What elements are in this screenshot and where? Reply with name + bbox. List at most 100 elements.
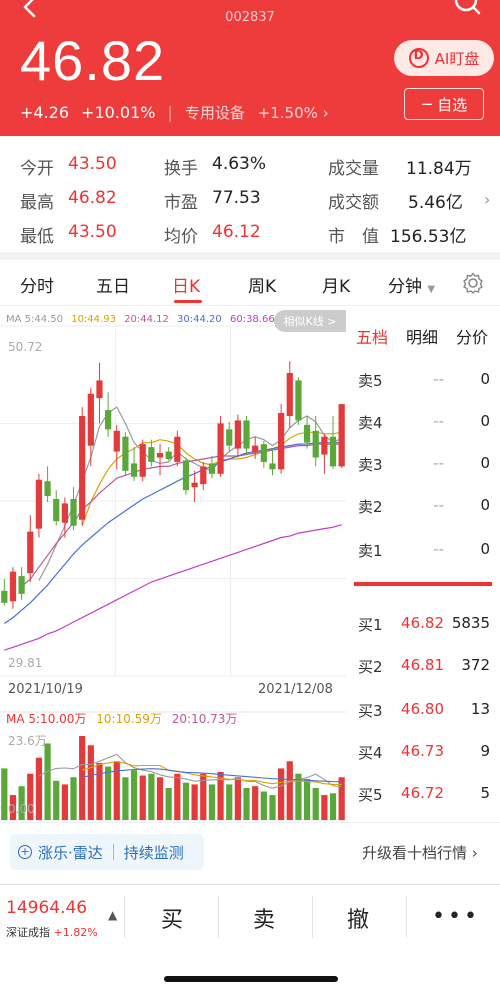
stat-label: 今开 — [20, 159, 54, 179]
volume-bar — [1, 768, 8, 820]
tab-price-dist[interactable]: 分价 — [456, 324, 488, 348]
similar-k-button[interactable]: 相似K线 > — [274, 310, 346, 332]
tab-monthly-k[interactable]: 月K — [322, 272, 350, 297]
sell-button[interactable]: 卖 — [234, 902, 294, 934]
book-price: -- — [433, 412, 444, 430]
divider — [124, 896, 125, 938]
stat-value: 43.50 — [68, 222, 117, 242]
volume-bar — [61, 784, 68, 820]
candle-body — [321, 436, 328, 455]
chevron-right-icon[interactable]: › — [484, 190, 490, 209]
tab-weekly-k[interactable]: 周K — [248, 272, 276, 297]
divider — [312, 896, 313, 938]
book-label: 卖2 — [358, 498, 383, 516]
book-price: 46.73 — [401, 742, 444, 760]
buy-row-5: 买5 46.72 5 — [352, 784, 496, 804]
y-axis-min: 29.81 — [8, 656, 43, 670]
volume-legend: MA 5:10.00万 10:10.59万 20:10.73万 — [6, 710, 243, 727]
candle-body — [105, 410, 112, 430]
candle-body — [35, 479, 43, 529]
tab-minute[interactable]: 分钟 ▼ — [388, 272, 435, 297]
volume-bar — [252, 786, 259, 820]
cancel-order-button[interactable]: 撤 — [328, 902, 388, 934]
gear-icon[interactable] — [462, 272, 484, 294]
ma-legend: MA 5:44.50 10:44.93 20:44.12 30:44.20 60… — [6, 314, 280, 325]
quote-stats[interactable]: 今开 43.50 最高 46.82 最低 43.50 换手 4.63% 市盈 7… — [0, 146, 500, 250]
volume-bar — [156, 777, 164, 820]
sell-row-3: 卖3 -- 0 — [352, 454, 496, 474]
candle-body — [200, 466, 207, 485]
minus-icon: − — [420, 95, 434, 113]
candle-body — [286, 372, 293, 416]
sector-change: +1.50% — [257, 104, 318, 122]
candlestick-chart[interactable] — [0, 306, 346, 822]
plus-icon: + — [18, 845, 32, 859]
stat-avg: 均价 46.12 — [164, 222, 261, 247]
stat-value: 156.53亿 — [390, 227, 467, 247]
divider — [406, 896, 407, 938]
divider — [218, 896, 219, 938]
stat-pe: 市盈 77.53 — [164, 188, 261, 213]
book-label: 买4 — [358, 744, 383, 762]
book-price: 46.72 — [401, 784, 444, 802]
candle — [278, 404, 285, 474]
sell-row-5: 卖5 -- 0 — [352, 370, 496, 390]
book-volume: 0 — [480, 454, 490, 472]
volume-bar — [338, 777, 345, 820]
volume-bar — [70, 777, 77, 820]
stat-value: 4.63% — [212, 154, 267, 174]
volume-bar — [303, 779, 311, 820]
stat-amount: 成交额 5.46亿 — [328, 188, 463, 213]
book-label: 买5 — [358, 786, 383, 804]
book-label: 卖4 — [358, 414, 383, 432]
sector-link[interactable]: 专用设备 +1.50% › — [185, 102, 329, 123]
vol-ma5-legend: MA 5:10.00万 — [6, 712, 87, 726]
index-value[interactable]: 14964.46 — [6, 898, 87, 918]
candle-body — [122, 436, 129, 471]
stat-label: 市盈 — [164, 193, 198, 213]
candle-body — [182, 460, 190, 491]
book-label: 卖3 — [358, 456, 383, 474]
candle — [338, 404, 345, 468]
book-volume: 9 — [480, 742, 490, 760]
candle-body — [79, 415, 86, 520]
index-name: 深证成指 +1.82% — [6, 924, 98, 940]
book-price: 46.81 — [401, 656, 444, 674]
stat-value: 46.82 — [68, 188, 117, 208]
tab-details[interactable]: 明细 — [406, 324, 438, 348]
sell-row-2: 卖2 -- 0 — [352, 496, 496, 516]
candle-body — [208, 463, 216, 474]
stat-value: 5.46亿 — [408, 193, 463, 213]
candle-body — [130, 463, 138, 477]
ai-watch-button[interactable]: AI盯盘 — [394, 40, 494, 76]
stat-label: 成交量 — [328, 159, 379, 179]
volume-bar — [208, 784, 216, 820]
caret-up-icon[interactable]: ▲ — [108, 908, 117, 922]
book-volume: 13 — [470, 700, 490, 718]
upgrade-link[interactable]: 升级看十档行情 › — [362, 842, 478, 863]
ma60-legend: 60:38.66 — [229, 314, 275, 325]
candle-body — [338, 404, 345, 467]
price-change-pct: +10.01% — [81, 103, 156, 122]
volume-bar — [130, 770, 138, 820]
tab-five-levels[interactable]: 五档 — [356, 324, 388, 348]
stat-value: 46.12 — [212, 222, 261, 242]
volume-bar — [329, 793, 337, 820]
buy-button[interactable]: 买 — [142, 902, 202, 934]
candle — [139, 439, 146, 482]
chevron-right-icon: › — [322, 104, 329, 122]
book-price: -- — [433, 540, 444, 558]
more-icon[interactable]: ••• — [432, 904, 480, 929]
search-icon[interactable] — [452, 0, 482, 20]
tab-five-day[interactable]: 五日 — [96, 272, 130, 297]
stat-mcap: 市 值 156.53亿 — [328, 222, 466, 247]
tab-daily-k[interactable]: 日K — [172, 272, 200, 297]
volume-axis-max: 23.6万 — [8, 734, 47, 748]
tab-intraday[interactable]: 分时 — [20, 272, 54, 297]
quote-header: 002837 46.82 AI盯盘 +4.26 +10.01% | 专用设备 +… — [0, 0, 500, 136]
add-watchlist-button[interactable]: − 自选 — [404, 88, 484, 120]
spread-divider — [354, 582, 492, 586]
radar-button[interactable]: + 涨乐·雷达 持续监测 — [10, 834, 204, 870]
candle-body — [96, 380, 103, 399]
book-price: -- — [433, 454, 444, 472]
